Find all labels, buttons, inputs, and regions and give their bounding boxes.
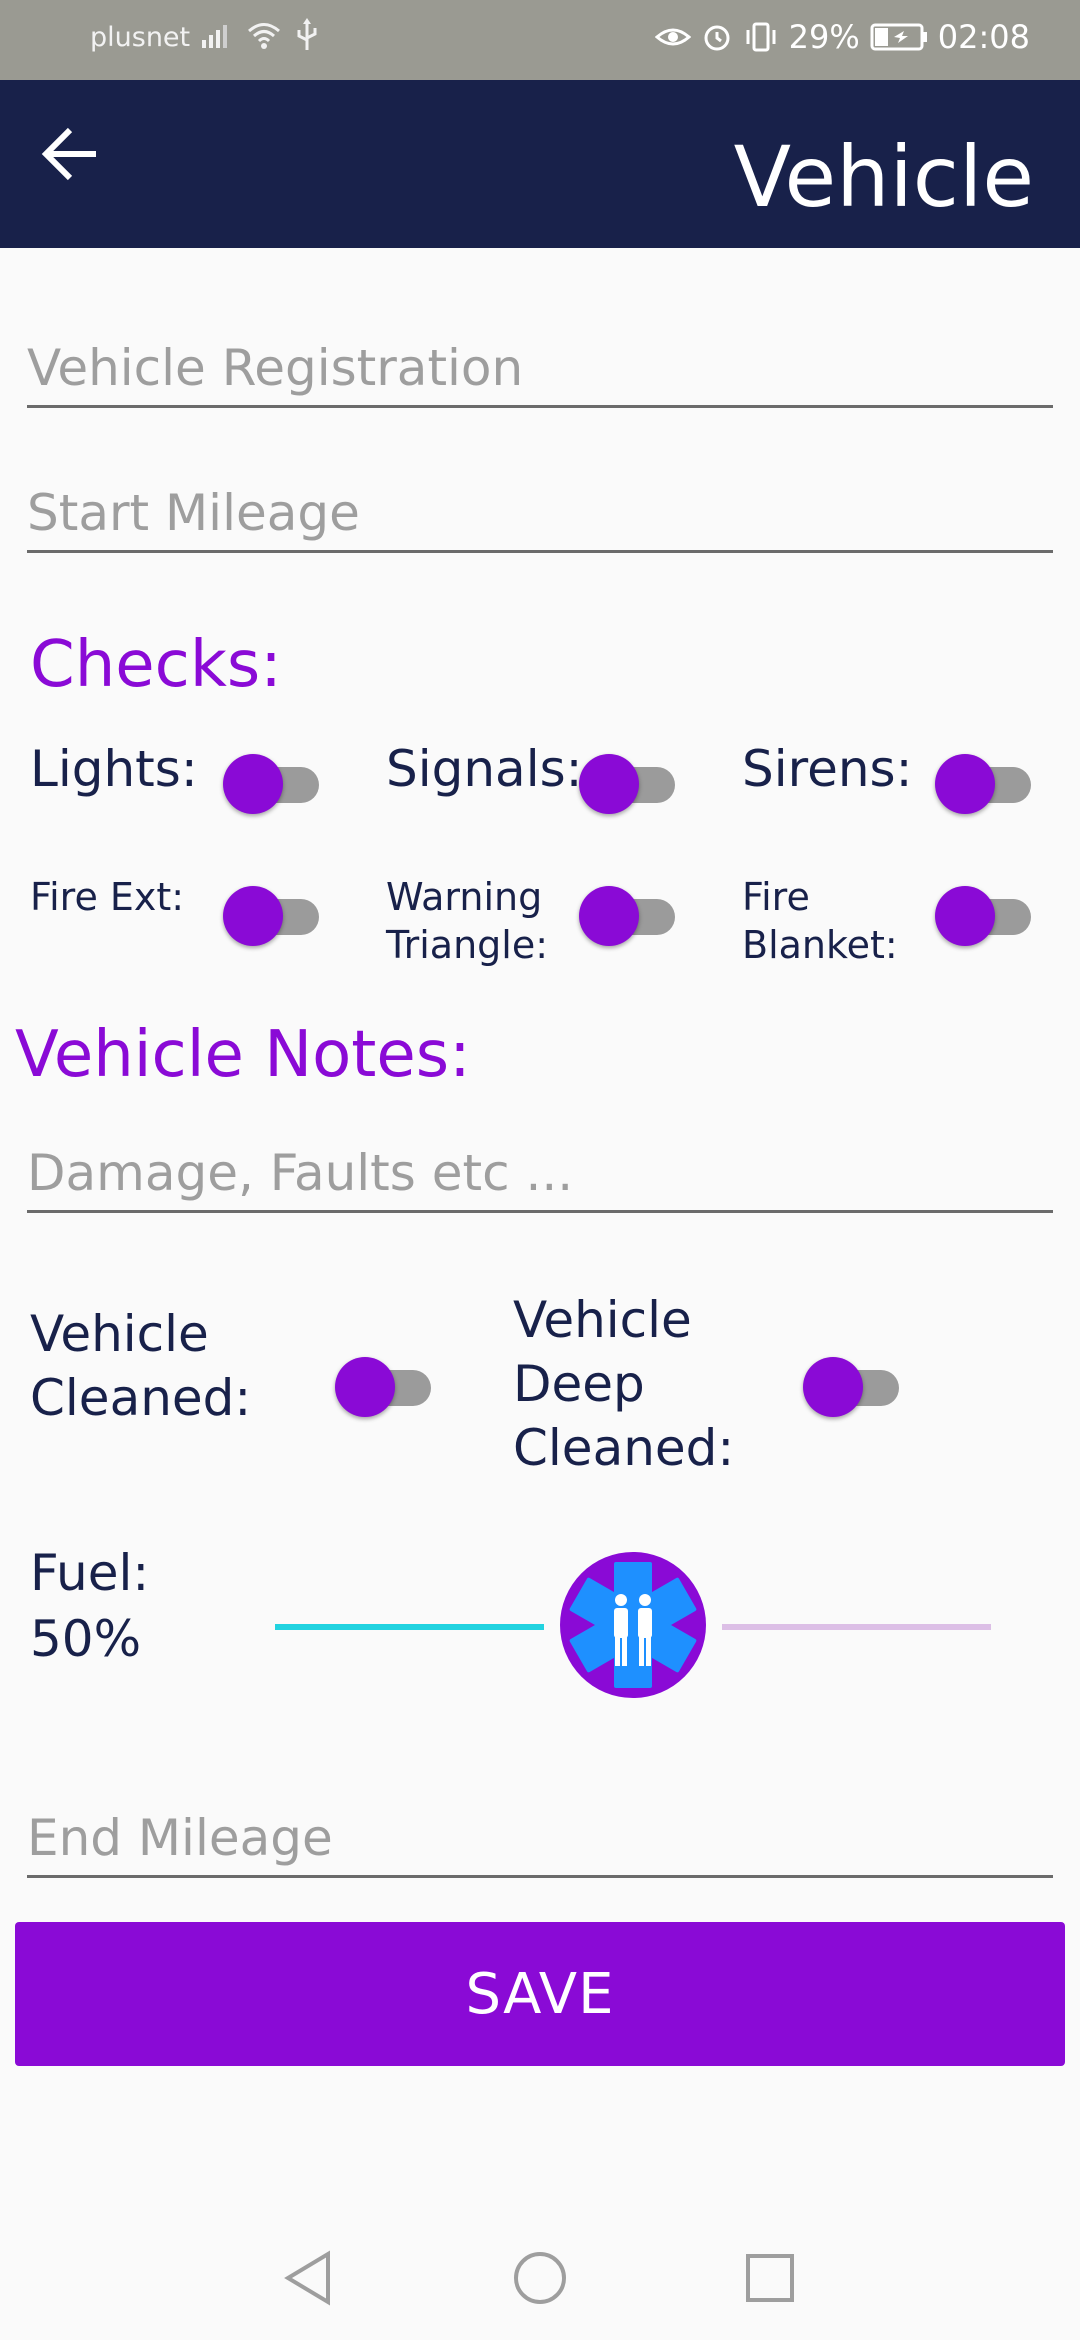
slider-active-track (275, 1624, 544, 1630)
warning-triangle-label: Warning Triangle: (386, 873, 548, 969)
toggle-thumb (579, 886, 639, 946)
vehicle-notes-input[interactable] (27, 1140, 1053, 1206)
fire-blanket-label: Fire Blanket: (742, 873, 898, 969)
page-title: Vehicle (733, 128, 1034, 226)
lights-label: Lights: (30, 740, 198, 798)
toggle-thumb (803, 1357, 863, 1417)
clock-time: 02:08 (937, 18, 1030, 56)
sirens-label: Sirens: (742, 740, 913, 798)
fire-blanket-label-line1: Fire (742, 875, 810, 919)
start-mileage-field (27, 480, 1053, 553)
sirens-toggle[interactable] (935, 750, 1031, 814)
fuel-label: Fuel: 50% (30, 1540, 149, 1672)
triangle-back-icon (284, 2250, 330, 2306)
vehicle-registration-input[interactable] (27, 335, 1053, 401)
vehicle-cleaned-label-line1: Vehicle (30, 1305, 209, 1363)
eye-icon (654, 28, 691, 46)
signal-icon (202, 25, 227, 48)
warning-triangle-label-line2: Triangle: (386, 923, 549, 967)
status-left-icons (200, 18, 320, 52)
toggle-thumb (579, 754, 639, 814)
toggle-thumb (223, 886, 283, 946)
lights-toggle[interactable] (223, 750, 319, 814)
vehicle-deep-cleaned-label-line3: Cleaned: (513, 1419, 735, 1477)
save-button[interactable]: SAVE (15, 1922, 1065, 2066)
warning-triangle-label-line1: Warning (386, 875, 543, 919)
battery-charging-icon (870, 23, 927, 51)
vehicle-notes-title: Vehicle Notes: (15, 1018, 471, 1092)
fuel-slider[interactable] (275, 1550, 991, 1700)
vehicle-notes-field (27, 1140, 1053, 1213)
vehicle-cleaned-label-line2: Cleaned: (30, 1369, 252, 1427)
star-of-life-icon (560, 1552, 706, 1698)
wifi-icon (248, 23, 280, 49)
battery-percent: 29% (788, 18, 860, 56)
status-bar: plusnet 29% 02:08 (0, 0, 1080, 80)
slider-thumb[interactable] (558, 1550, 708, 1700)
warning-triangle-toggle[interactable] (579, 882, 675, 946)
nav-home-button[interactable] (510, 2248, 570, 2308)
start-mileage-input[interactable] (27, 480, 1053, 546)
nav-back-button[interactable] (280, 2248, 340, 2308)
end-mileage-field (27, 1805, 1053, 1878)
vehicle-deep-cleaned-label-line1: Vehicle (513, 1291, 692, 1349)
fire-ext-label: Fire Ext: (30, 875, 185, 919)
usb-icon (297, 18, 317, 50)
toggle-thumb (335, 1357, 395, 1417)
arrow-back-icon (41, 127, 96, 181)
alarm-icon (704, 25, 730, 51)
vehicle-cleaned-label: Vehicle Cleaned: (30, 1302, 251, 1430)
fuel-value-text: 50% (30, 1610, 142, 1668)
square-recents-icon (746, 2254, 794, 2302)
fuel-label-text: Fuel: (30, 1544, 150, 1602)
circle-home-icon (514, 2252, 566, 2304)
vehicle-registration-field (27, 335, 1053, 408)
toggle-thumb (935, 754, 995, 814)
slider-inactive-track (722, 1624, 991, 1630)
end-mileage-input[interactable] (27, 1805, 1053, 1871)
checks-title: Checks: (30, 628, 282, 702)
carrier-name: plusnet (90, 22, 191, 53)
vibrate-icon (746, 22, 776, 52)
nav-recents-button[interactable] (740, 2248, 800, 2308)
signals-toggle[interactable] (579, 750, 675, 814)
fire-blanket-toggle[interactable] (935, 882, 1031, 946)
vehicle-deep-cleaned-label: Vehicle Deep Cleaned: (513, 1288, 734, 1480)
vehicle-deep-cleaned-toggle[interactable] (803, 1353, 899, 1417)
toggle-thumb (935, 886, 995, 946)
signals-label: Signals: (386, 740, 583, 798)
vehicle-deep-cleaned-label-line2: Deep (513, 1355, 645, 1413)
back-button[interactable] (40, 124, 120, 204)
status-right: 29% 02:08 (654, 18, 1030, 56)
app-bar: Vehicle (0, 80, 1080, 248)
toggle-thumb (223, 754, 283, 814)
system-nav-bar (0, 2210, 1080, 2340)
fire-blanket-label-line2: Blanket: (742, 923, 898, 967)
vehicle-cleaned-toggle[interactable] (335, 1353, 431, 1417)
fire-ext-toggle[interactable] (223, 882, 319, 946)
